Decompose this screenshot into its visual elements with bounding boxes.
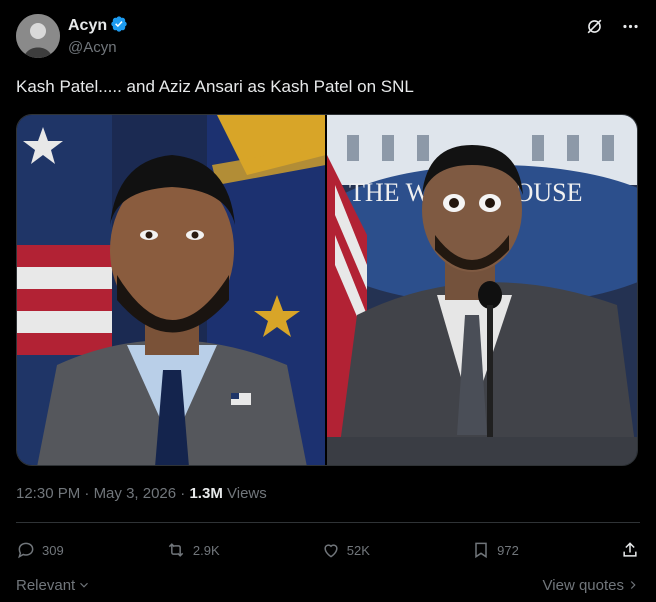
- tweet-media[interactable]: THE WHITE HOUSE: [16, 114, 638, 466]
- sort-label: Relevant: [16, 576, 76, 594]
- reply-count: 309: [42, 542, 64, 558]
- bookmark-count: 972: [497, 542, 519, 558]
- bookmark-icon: [475, 542, 487, 559]
- verified-badge-icon: [110, 15, 128, 38]
- reply-icon: [18, 542, 34, 559]
- tweet-meta: 12:30 PM · May 3, 2026 · 1.3M Views: [16, 485, 267, 502]
- meta-separator: ·: [84, 485, 90, 502]
- tweet-header: Acyn @Acyn: [16, 14, 640, 60]
- tweet-detail: Acyn @Acyn Kash Patel..... and Aziz Ansa…: [0, 0, 656, 602]
- snl-sketch-image: THE WHITE HOUSE: [327, 115, 637, 465]
- views-count: 1.3M: [189, 485, 223, 502]
- repost-icon: [168, 543, 184, 557]
- bookmark-button[interactable]: 972: [471, 540, 519, 560]
- tweet-time[interactable]: 12:30 PM: [16, 485, 80, 502]
- author-names: Acyn @Acyn: [68, 15, 128, 56]
- tweet-text: Kash Patel..... and Aziz Ansari as Kash …: [16, 77, 414, 96]
- repost-count: 2.9K: [192, 542, 220, 558]
- repost-button[interactable]: 2.9K: [165, 540, 220, 560]
- more-icon[interactable]: [620, 16, 640, 36]
- meta-separator: ·: [180, 485, 186, 502]
- avatar-image: [16, 14, 60, 58]
- grok-icon[interactable]: [584, 16, 604, 36]
- avatar[interactable]: [16, 14, 60, 58]
- portrait-image: [17, 115, 325, 465]
- chevron-right-icon: [630, 581, 636, 589]
- reply-button[interactable]: 309: [16, 540, 64, 560]
- author-display-name[interactable]: Acyn: [68, 17, 107, 35]
- heart-icon: [324, 544, 338, 558]
- action-bar: 309 2.9K 52K 972: [16, 537, 640, 563]
- media-photo-right[interactable]: THE WHITE HOUSE: [327, 115, 637, 465]
- author-handle[interactable]: @Acyn: [68, 39, 128, 56]
- view-quotes-label: View quotes: [542, 576, 624, 594]
- divider: [16, 522, 640, 523]
- like-button[interactable]: 52K: [321, 540, 370, 560]
- like-count: 52K: [346, 542, 370, 558]
- views-label: Views: [227, 485, 267, 502]
- chevron-down-icon: [80, 582, 89, 588]
- sort-replies-button[interactable]: Relevant: [16, 577, 91, 594]
- media-photo-left[interactable]: [17, 115, 325, 465]
- tweet-footer: Relevant View quotes: [16, 574, 640, 596]
- view-quotes-link[interactable]: View quotes: [543, 577, 640, 594]
- tweet-date[interactable]: May 3, 2026: [94, 485, 177, 502]
- header-actions: [584, 16, 640, 36]
- share-button[interactable]: [620, 540, 640, 560]
- share-icon: [623, 542, 637, 557]
